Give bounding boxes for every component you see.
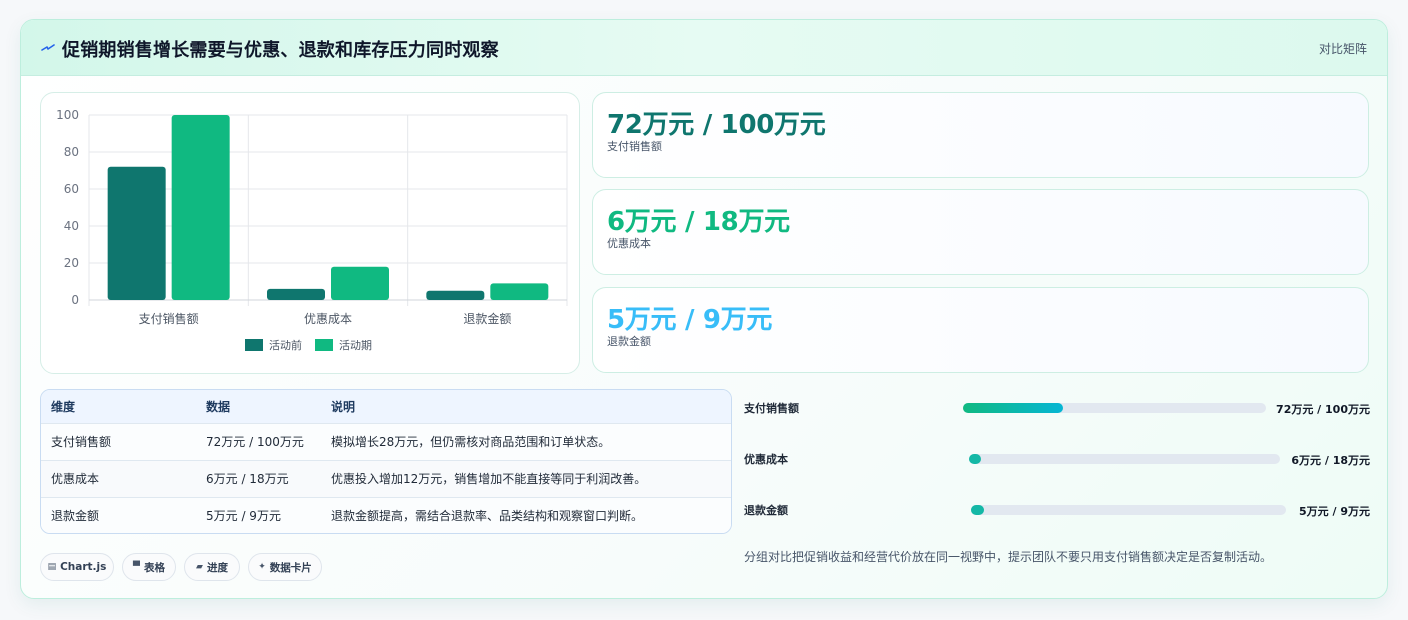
table-row: 支付销售额 72万元 / 100万元 模拟增长28万元，但仍需核对商品范围和订单… (41, 423, 731, 460)
chip-chartjs[interactable]: ▤ Chart.js (40, 553, 114, 581)
chip-progress[interactable]: ▰ 进度 (184, 553, 240, 581)
chip-table[interactable]: ▀ 表格 (122, 553, 176, 581)
legend-label: 活动期 (339, 339, 372, 352)
chart-icon: ▤ (47, 562, 57, 572)
table-cell: 优惠成本 (51, 472, 100, 486)
progress-track (963, 403, 1266, 413)
bar-before (107, 166, 166, 300)
kpi-card-sales: 72万元 / 100万元 支付销售额 (592, 92, 1369, 178)
bar-chart-panel: 0 20 40 60 80 100 支付销售额 优惠成本 退款金额活动前 活动期 (40, 92, 580, 374)
table-icon: ▀ (133, 562, 140, 572)
progress-label: 优惠成本 (744, 453, 788, 466)
table-cell: 退款金额 (51, 509, 100, 524)
table-cell: 72万元 / 100万元 (206, 435, 304, 449)
y-tick-label: 60 (64, 182, 79, 196)
kpi-value-sales: 72万元 / 100万元 (607, 110, 826, 140)
chip-label: 数据卡片 (269, 561, 312, 574)
progress-track (971, 505, 1286, 515)
page-title: 促销期销售增长需要与优惠、退款和库存压力同时观察 (62, 40, 499, 61)
progress-row-sales: 支付销售额 72万元 / 100万元 (744, 398, 1370, 418)
bar-before (426, 290, 485, 300)
bar-before (267, 288, 325, 300)
kpi-label-sales: 支付销售额 (607, 140, 662, 153)
progress-row-refund: 退款金额 5万元 / 9万元 (744, 500, 1370, 520)
table-cell: 6万元 / 18万元 (206, 472, 289, 486)
y-tick-label: 80 (64, 145, 79, 159)
progress-fill (971, 505, 984, 515)
legend-label: 活动前 (269, 338, 302, 352)
progress-track (969, 454, 1280, 464)
progress-label: 退款金额 (744, 504, 788, 517)
compare-matrix-link[interactable]: 对比矩阵 (1319, 40, 1367, 57)
y-tick-label: 40 (64, 219, 79, 233)
table-header-description: 说明 (331, 399, 356, 414)
progress-value: 72万元 / 100万元 (1276, 403, 1370, 416)
progress-row-discount: 优惠成本 6万元 / 18万元 (744, 449, 1370, 469)
kpi-card-discount: 6万元 / 18万元 优惠成本 (592, 189, 1369, 275)
kpi-label-discount: 优惠成本 (607, 237, 651, 250)
dashboard-card: 促销期销售增长需要与优惠、退款和库存压力同时观察 对比矩阵 0 20 40 60 80 1… (20, 19, 1388, 599)
data-table-panel: 维度 数据 说明 支付销售额 72万元 / 100万元 模拟增长28万元，但仍需… (40, 389, 732, 534)
table-header-data: 数据 (206, 399, 231, 414)
table-cell: 模拟增长28万元，但仍需核对商品范围和订单状态。 (331, 435, 611, 449)
sparkle-icon: ✦ (258, 562, 266, 572)
kpi-label-refund: 退款金额 (607, 335, 651, 348)
progress-value: 6万元 / 18万元 (1291, 454, 1370, 467)
kpi-card-refund: 5万元 / 9万元 退款金额 (592, 287, 1369, 373)
bar-chart: 0 20 40 60 80 100 支付销售额 优惠成本 退款金额活动前 活动期 (56, 108, 568, 352)
table-cell: 支付销售额 (51, 435, 112, 449)
bar-during (171, 115, 230, 300)
progress-label: 支付销售额 (744, 402, 799, 415)
y-tick-label: 100 (56, 108, 79, 122)
table-cell: 5万元 / 9万元 (206, 509, 281, 524)
legend-swatch (245, 339, 263, 351)
chip-label: Chart.js (60, 561, 107, 573)
y-tick-label: 0 (71, 293, 79, 307)
card-header: 促销期销售增长需要与优惠、退款和库存压力同时观察 对比矩阵 (21, 20, 1387, 76)
table-cell: 优惠投入增加12万元，销售增加不能直接等同于利润改善。 (331, 472, 647, 486)
table-row: 优惠成本 6万元 / 18万元 优惠投入增加12万元，销售增加不能直接等同于利润… (41, 460, 731, 497)
legend-swatch (315, 339, 333, 351)
x-tick-label: 支付销售额 (139, 311, 199, 326)
progress-fill (969, 454, 982, 464)
table-row: 退款金额 5万元 / 9万元 退款金额提高，需结合退款率、品类结构和观察窗口判断… (41, 497, 731, 533)
kpi-value-discount: 6万元 / 18万元 (607, 207, 790, 237)
data-table: 维度 数据 说明 支付销售额 72万元 / 100万元 模拟增长28万元，但仍需… (41, 390, 731, 533)
spark-icon (41, 44, 55, 51)
chip-data-card[interactable]: ✦ 数据卡片 (248, 553, 322, 581)
x-tick-label: 优惠成本 (304, 312, 352, 326)
progress-icon: ▰ (196, 562, 203, 572)
summary-note: 分组对比把促销收益和经营代价放在同一视野中，提示团队不要只用支付销售额决定是否复… (744, 550, 1273, 564)
bar-during (331, 266, 389, 300)
chip-label: 进度 (206, 561, 228, 574)
x-tick-label: 退款金额 (463, 311, 511, 326)
table-header-dimension: 维度 (51, 399, 76, 414)
chip-label: 表格 (143, 561, 165, 574)
kpi-value-refund: 5万元 / 9万元 (607, 305, 773, 335)
bar-during (490, 283, 549, 300)
y-tick-label: 20 (64, 256, 79, 270)
table-cell: 退款金额提高，需结合退款率、品类结构和观察窗口判断。 (331, 509, 644, 524)
table-header-row: 维度 数据 说明 (41, 390, 731, 423)
progress-value: 5万元 / 9万元 (1299, 505, 1370, 518)
progress-fill (963, 403, 1063, 413)
